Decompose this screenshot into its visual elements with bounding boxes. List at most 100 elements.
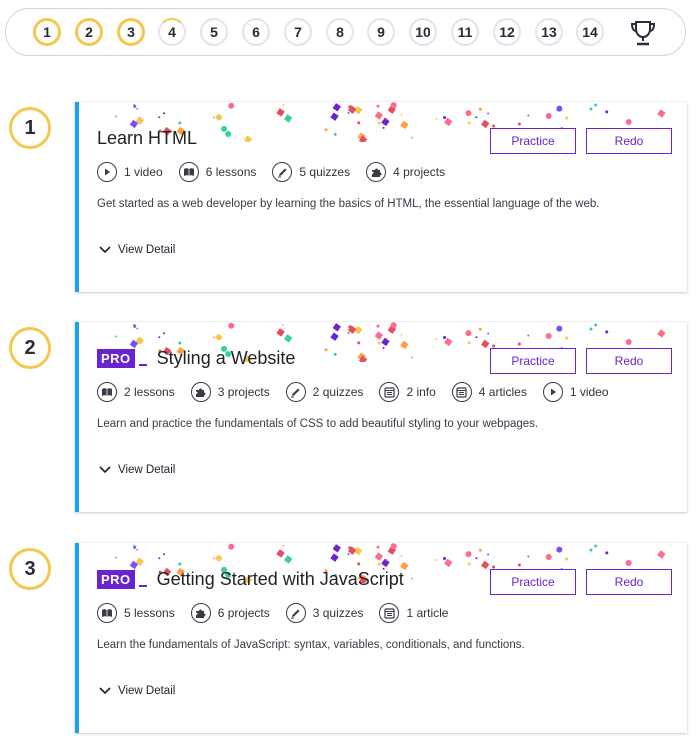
confetti-piece [377,562,381,566]
confetti-piece [330,112,339,121]
confetti-piece [178,341,182,345]
progress-step-6[interactable]: 6 [242,18,270,46]
confetti-piece [347,111,350,114]
confetti-piece [376,104,380,108]
confetti-piece [594,544,598,548]
module-title-text[interactable]: Styling a Website [157,348,296,369]
stat-item: 6 lessons [178,162,256,182]
confetti-piece [475,116,478,119]
confetti-piece [556,325,563,332]
module-title[interactable]: PRO Styling a Website [97,348,295,369]
confetti-piece [357,121,361,125]
confetti-piece [605,110,609,114]
trophy-icon[interactable] [628,19,658,47]
pencil-icon [272,162,293,182]
redo-button[interactable]: Redo [586,128,672,154]
confetti-piece [487,553,490,556]
view-detail-toggle[interactable]: View Detail [99,685,175,697]
module-title[interactable]: PRO Getting Started with JavaScript [97,569,404,590]
confetti-piece [465,330,472,337]
chevron-down-icon [99,687,111,695]
confetti-piece [158,116,161,119]
progress-step-4[interactable]: 4 [158,18,186,46]
confetti-piece [565,116,569,120]
confetti-piece [565,557,569,561]
confetti-piece [213,336,216,339]
progress-step-8[interactable]: 8 [326,18,354,46]
stat-label: 4 projects [393,165,446,179]
confetti-piece [382,126,385,129]
confetti-piece [133,104,137,108]
stat-item: 3 projects [190,382,270,402]
practice-button[interactable]: Practice [490,569,576,595]
progress-step-9[interactable]: 9 [367,18,395,46]
module-title[interactable]: Learn HTML [97,128,197,149]
chevron-down-icon [99,246,111,254]
confetti-piece [348,325,352,329]
progress-step-5[interactable]: 5 [200,18,228,46]
confetti-piece [215,334,222,341]
confetti-piece [478,548,482,552]
progress-step-13[interactable]: 13 [535,18,563,46]
confetti-piece [330,553,339,562]
confetti-piece [517,122,521,126]
confetti-piece [215,555,222,562]
practice-button[interactable]: Practice [490,348,576,374]
confetti-piece [163,112,166,115]
progress-step-14[interactable]: 14 [576,18,604,46]
confetti-piece [657,329,666,338]
confetti-piece [158,336,161,339]
practice-button[interactable]: Practice [490,128,576,154]
confetti-piece [435,117,438,120]
confetti-piece [178,562,182,566]
confetti-piece [545,332,552,339]
confetti-piece [376,545,380,549]
confetti-piece [136,327,139,330]
confetti-piece [411,356,414,359]
confetti-piece [385,338,388,341]
confetti-piece [377,121,381,125]
module-title-text[interactable]: Learn HTML [97,128,197,149]
module-stats: 1 video 6 lessons 5 quizzes 4 projects [97,162,461,182]
redo-button[interactable]: Redo [586,569,672,595]
confetti-piece [333,132,337,136]
pro-cursor [138,584,147,587]
confetti-piece [545,112,552,119]
confetti-piece [517,342,521,346]
confetti-piece [115,556,118,559]
confetti-piece [243,135,253,142]
view-detail-toggle[interactable]: View Detail [99,464,175,476]
progress-step-3[interactable]: 3 [117,18,145,46]
play-icon [97,162,117,182]
confetti-piece [347,331,350,334]
confetti-piece [228,322,235,329]
progress-step-11[interactable]: 11 [451,18,479,46]
module-description: Learn and practice the fundamentals of C… [97,418,539,430]
module-number-badge: 2 [9,327,51,369]
confetti-piece [517,563,521,567]
confetti-piece [348,546,352,550]
confetti-piece [467,121,471,125]
confetti-piece [467,562,471,566]
progress-step-7[interactable]: 7 [284,18,312,46]
confetti-piece [225,131,232,138]
book-icon [178,162,199,182]
progress-step-10[interactable]: 10 [409,18,437,46]
confetti-piece [324,348,328,352]
pro-badge: PRO [97,349,135,368]
confetti-piece [284,334,293,343]
view-detail-toggle[interactable]: View Detail [99,244,175,256]
confetti-piece [221,125,228,132]
progress-step-2[interactable]: 2 [75,18,103,46]
module-title-text[interactable]: Getting Started with JavaScript [157,569,404,590]
confetti-piece [332,323,341,332]
redo-button[interactable]: Redo [586,348,672,374]
confetti-piece [158,557,161,560]
confetti-piece [333,352,337,356]
confetti-piece [347,552,350,555]
progress-step-1[interactable]: 1 [33,18,61,46]
progress-step-12[interactable]: 12 [493,18,521,46]
confetti-piece [411,136,414,139]
confetti-piece [133,324,137,328]
confetti-piece [478,327,482,331]
